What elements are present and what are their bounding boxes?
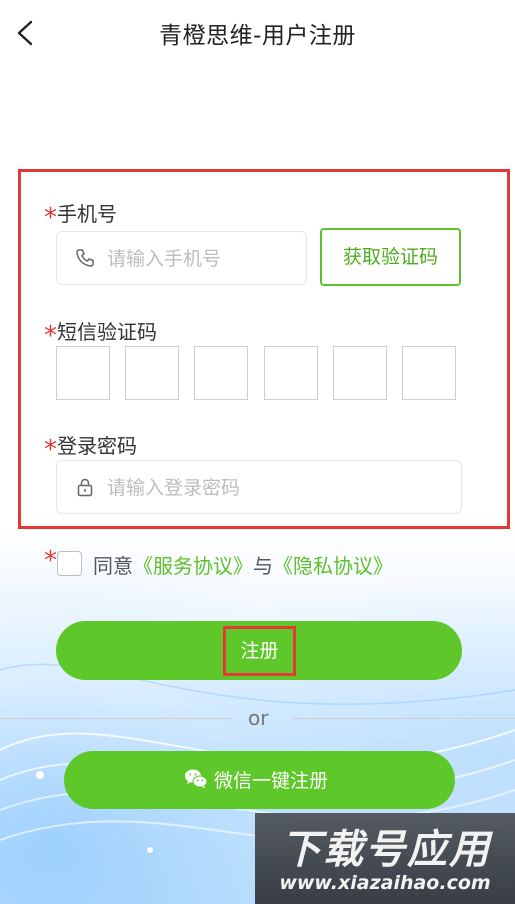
password-input[interactable] [105,469,309,507]
required-mark-phone: * [44,203,57,233]
phone-field[interactable] [56,231,309,285]
lock-icon [77,478,93,497]
agreement-checkbox[interactable] [57,551,82,576]
otp-box-4[interactable] [264,346,318,400]
phone-label: 手机号 [57,202,117,226]
divider-left [0,718,232,719]
otp-box-2[interactable] [125,346,179,400]
otp-box-6[interactable] [402,346,456,400]
password-field[interactable] [56,460,462,514]
watermark-url: www.xiazaihao.com [279,872,491,894]
page-title: 青橙思维-用户注册 [159,23,356,49]
wechat-icon [185,769,208,789]
header-bar: 青橙思维-用户注册 [0,0,515,66]
get-code-button[interactable]: 获取验证码 [320,228,461,286]
required-mark-agreement: * [44,546,57,576]
password-label: 登录密码 [57,434,137,458]
divider-right [291,718,515,719]
phone-input[interactable] [105,240,309,278]
agreement-prefix: 同意 [93,554,133,578]
phone-icon [76,249,94,267]
required-mark-password: * [44,435,57,465]
otp-box-3[interactable] [194,346,248,400]
otp-box-5[interactable] [333,346,387,400]
agreement-text: 同意《服务协议》与《隐私协议》 [93,550,393,579]
wechat-register-label[interactable]: 微信一键注册 [214,766,328,793]
service-agreement-link[interactable]: 《服务协议》 [133,554,253,578]
register-button-label[interactable]: 注册 [223,626,296,676]
otp-box-1[interactable] [56,346,110,400]
privacy-agreement-link[interactable]: 《隐私协议》 [273,554,393,578]
watermark-title: 下载号应用 [281,827,491,873]
sms-code-label: 短信验证码 [57,320,157,344]
divider-or-text: or [248,706,269,730]
agreement-conj: 与 [253,554,273,578]
